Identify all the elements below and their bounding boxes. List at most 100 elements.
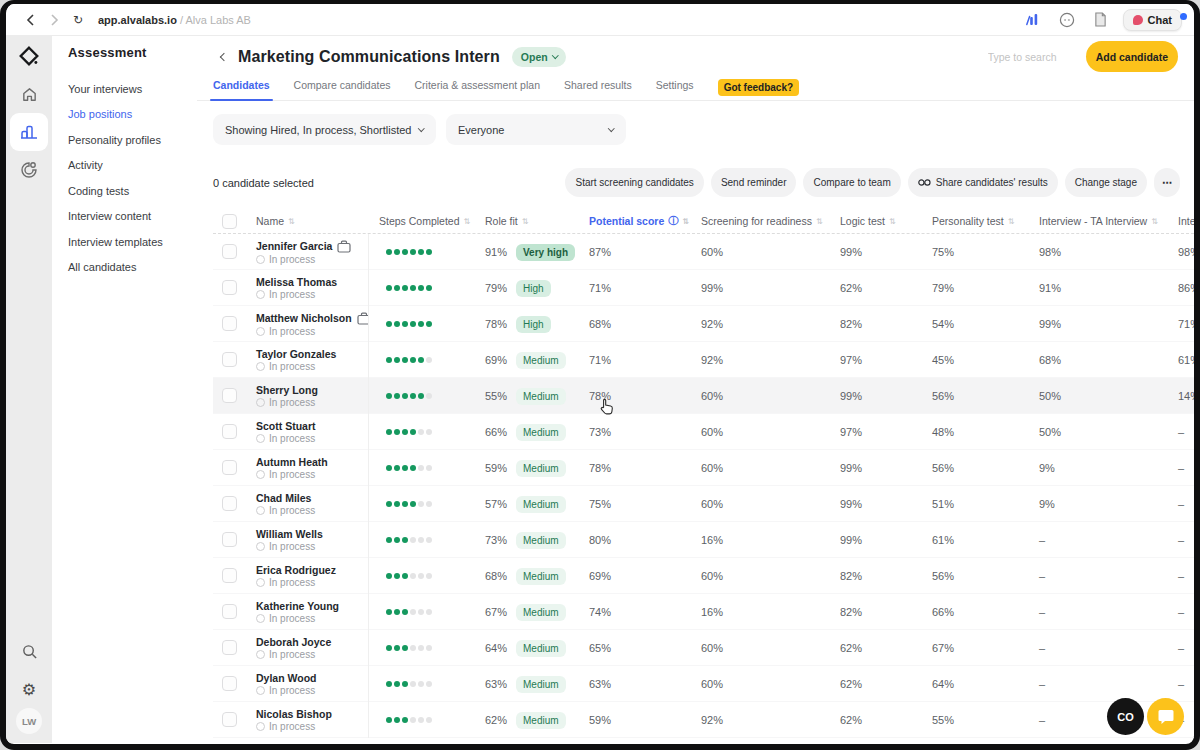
sidebar-item-all-candidates[interactable]: All candidates: [68, 255, 197, 281]
column-header-personality-test[interactable]: Personality test⇅: [924, 215, 1034, 227]
feedback-badge[interactable]: Got feedback?: [718, 79, 799, 96]
potential-score-value[interactable]: 80%: [584, 534, 694, 546]
table-row[interactable]: Melissa Thomas In process 79%High 71% 99…: [213, 270, 1194, 306]
potential-score-value[interactable]: 65%: [584, 642, 694, 654]
column-header-screening[interactable]: Screening for readiness⇅: [694, 215, 835, 227]
row-checkbox[interactable]: [222, 496, 237, 511]
row-checkbox[interactable]: [222, 244, 237, 259]
more-actions-button[interactable]: ⋯: [1154, 168, 1180, 197]
table-row[interactable]: Sherry Long In process 55%Medium 78% 60%…: [213, 378, 1194, 414]
tab-criteria-assessment-plan[interactable]: Criteria & assessment plan: [415, 79, 540, 100]
change-stage-button[interactable]: Change stage: [1065, 168, 1147, 197]
search-icon[interactable]: [10, 632, 48, 670]
table-row[interactable]: Jennifer Garcia In process 91%Very high …: [213, 234, 1194, 270]
table-row[interactable]: Scott Stuart In process 66%Medium 73% 60…: [213, 414, 1194, 450]
chat-widget-fab[interactable]: [1147, 698, 1184, 735]
potential-score-value[interactable]: 69%: [584, 570, 694, 582]
column-header-steps[interactable]: Steps Completed⇅: [369, 215, 479, 227]
column-header-logic-test[interactable]: Logic test⇅: [835, 215, 924, 227]
potential-score-value[interactable]: 71%: [584, 282, 694, 294]
select-all-checkbox[interactable]: [222, 214, 237, 229]
start-screening-button[interactable]: Start screening candidates: [565, 168, 703, 197]
table-row[interactable]: Matthew Nicholson In process 78%High 68%…: [213, 306, 1194, 342]
co-avatar-fab[interactable]: CO: [1107, 698, 1144, 735]
tab-bar: Candidates Compare candidates Criteria &…: [197, 75, 1194, 101]
user-avatar[interactable]: LW: [16, 708, 42, 734]
potential-score-value[interactable]: 68%: [584, 318, 694, 330]
analytics-icon[interactable]: [1021, 8, 1045, 32]
search-input[interactable]: [988, 51, 1068, 63]
sidebar-item-your-interviews[interactable]: Your interviews: [68, 76, 197, 102]
row-checkbox[interactable]: [222, 388, 237, 403]
table-row[interactable]: Dylan Wood In process 63%Medium 63% 60% …: [213, 666, 1194, 702]
add-candidate-button[interactable]: Add candidate: [1086, 41, 1178, 72]
potential-score-value[interactable]: 78%: [584, 462, 694, 474]
info-icon[interactable]: ⓘ: [668, 214, 678, 228]
column-header-name[interactable]: Name⇅: [249, 215, 369, 227]
tab-settings[interactable]: Settings: [656, 79, 694, 100]
row-checkbox[interactable]: [222, 352, 237, 367]
sidebar-item-activity[interactable]: Activity: [68, 153, 197, 179]
integrations-icon[interactable]: [10, 151, 48, 189]
potential-score-value[interactable]: 71%: [584, 354, 694, 366]
history-icon[interactable]: [1055, 8, 1079, 32]
sidebar-item-coding-tests[interactable]: Coding tests: [68, 178, 197, 204]
row-checkbox[interactable]: [222, 424, 237, 439]
column-header-role-fit[interactable]: Role fit⇅: [479, 215, 584, 227]
tab-shared-results[interactable]: Shared results: [564, 79, 632, 100]
row-checkbox[interactable]: [222, 316, 237, 331]
back-icon[interactable]: [18, 8, 42, 32]
sidebar-item-personality-profiles[interactable]: Personality profiles: [68, 127, 197, 153]
settings-gear-icon[interactable]: ⚙: [10, 670, 48, 708]
screening-value: 60%: [694, 426, 835, 438]
potential-score-value[interactable]: 73%: [584, 426, 694, 438]
sidebar-item-interview-content[interactable]: Interview content: [68, 204, 197, 230]
potential-score-value[interactable]: 63%: [584, 678, 694, 690]
row-checkbox[interactable]: [222, 676, 237, 691]
potential-score-value[interactable]: 59%: [584, 714, 694, 726]
row-checkbox[interactable]: [222, 604, 237, 619]
tab-compare-candidates[interactable]: Compare candidates: [294, 79, 391, 100]
home-icon[interactable]: [10, 75, 48, 113]
forward-icon[interactable]: [42, 8, 66, 32]
table-row[interactable]: Deborah Joyce In process 64%Medium 65% 6…: [213, 630, 1194, 666]
row-checkbox[interactable]: [222, 532, 237, 547]
row-checkbox[interactable]: [222, 460, 237, 475]
table-row[interactable]: William Wells In process 73%Medium 80% 1…: [213, 522, 1194, 558]
table-row[interactable]: Erica Rodriguez In process 68%Medium 69%…: [213, 558, 1194, 594]
row-checkbox[interactable]: [222, 280, 237, 295]
column-header-potential-score[interactable]: Potential scoreⓘ⇅: [584, 214, 694, 228]
steps-completed-dots: [374, 645, 479, 651]
people-filter-dropdown[interactable]: Everyone: [446, 114, 626, 145]
sidebar-item-job-positions[interactable]: Job positions: [68, 102, 197, 128]
potential-score-value[interactable]: 75%: [584, 498, 694, 510]
column-header-interview-ta[interactable]: Interview - TA Interview⇅: [1034, 215, 1171, 227]
potential-score-value[interactable]: 74%: [584, 606, 694, 618]
row-checkbox[interactable]: [222, 712, 237, 727]
back-chevron-icon[interactable]: [220, 52, 228, 60]
url-bar[interactable]: app.alvalabs.io / Alva Labs AB: [98, 14, 251, 26]
table-row[interactable]: Autumn Heath In process 59%Medium 78% 60…: [213, 450, 1194, 486]
chat-button[interactable]: Chat: [1123, 9, 1182, 31]
status-icon: [256, 650, 265, 659]
status-badge[interactable]: Open: [512, 47, 566, 67]
candidate-status: In process: [269, 361, 315, 372]
reload-icon[interactable]: ↻: [66, 13, 90, 27]
table-row[interactable]: Chad Miles In process 57%Medium 75% 60% …: [213, 486, 1194, 522]
stage-filter-dropdown[interactable]: Showing Hired, In process, Shortlisted: [213, 114, 436, 145]
compare-to-team-button[interactable]: Compare to team: [803, 168, 900, 197]
send-reminder-button[interactable]: Send reminder: [711, 168, 797, 197]
potential-score-value[interactable]: 87%: [584, 246, 694, 258]
table-row[interactable]: Nicolas Bishop In process 62%Medium 59% …: [213, 702, 1194, 738]
row-checkbox[interactable]: [222, 568, 237, 583]
candidate-name: Erica Rodriguez: [256, 564, 336, 576]
row-checkbox[interactable]: [222, 640, 237, 655]
table-row[interactable]: Katherine Young In process 67%Medium 74%…: [213, 594, 1194, 630]
document-icon[interactable]: [1089, 8, 1113, 32]
tab-candidates[interactable]: Candidates: [213, 79, 270, 100]
sidebar-item-interview-templates[interactable]: Interview templates: [68, 229, 197, 255]
column-header-interview-2[interactable]: Interview⇅: [1171, 215, 1194, 227]
table-row[interactable]: Taylor Gonzales In process 69%Medium 71%…: [213, 342, 1194, 378]
share-results-button[interactable]: Share candidates' results: [908, 168, 1058, 197]
assessment-icon[interactable]: [10, 113, 48, 151]
